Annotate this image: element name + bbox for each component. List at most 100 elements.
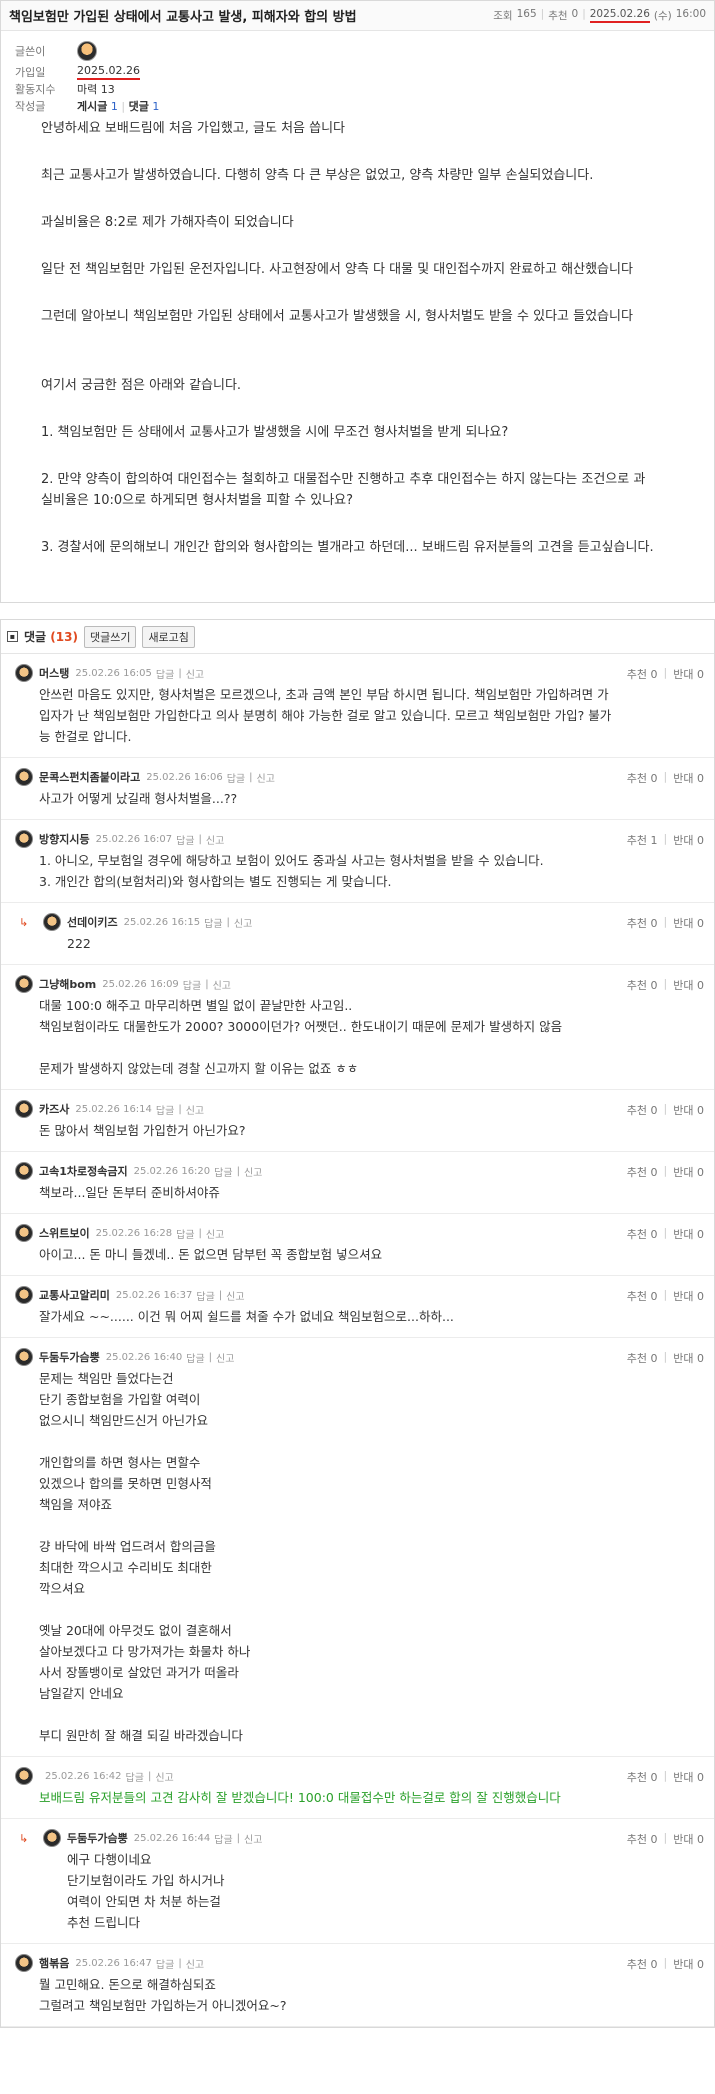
- commenter-nickname[interactable]: 그냥해bom: [39, 976, 96, 992]
- report-link[interactable]: 신고: [244, 1164, 262, 1179]
- commenter-avatar[interactable]: [15, 1954, 33, 1972]
- upvote-button[interactable]: 추천 1: [627, 832, 658, 848]
- reply-link[interactable]: 답글: [196, 1288, 214, 1303]
- commenter-avatar[interactable]: [15, 830, 33, 848]
- report-link[interactable]: 신고: [234, 915, 252, 930]
- commenter-avatar[interactable]: [15, 1286, 33, 1304]
- downvote-button[interactable]: 반대 0: [673, 1831, 704, 1847]
- commenter-avatar[interactable]: [43, 1829, 61, 1847]
- commenter-nickname[interactable]: 고속1차로정속금지: [39, 1163, 128, 1179]
- reply-link[interactable]: 답글: [214, 1164, 232, 1179]
- upvote-button[interactable]: 추천 0: [627, 1288, 658, 1304]
- commenter-nickname[interactable]: 문콕스펀치좀붙이라고: [39, 769, 140, 785]
- comments-count-link[interactable]: 1: [152, 100, 159, 113]
- upvote-button[interactable]: 추천 0: [627, 770, 658, 786]
- commenter-avatar[interactable]: [15, 1348, 33, 1366]
- downvote-button[interactable]: 반대 0: [673, 1350, 704, 1366]
- commenter-avatar[interactable]: [15, 768, 33, 786]
- upvote-button[interactable]: 추천 0: [627, 977, 658, 993]
- upvote-button[interactable]: 추천 0: [627, 1956, 658, 1972]
- comment-votes: 추천 0 | 반대 0: [627, 1956, 704, 1972]
- upvote-button[interactable]: 추천 0: [627, 1350, 658, 1366]
- reply-link[interactable]: 답글: [126, 1769, 144, 1784]
- report-link[interactable]: 신고: [257, 770, 275, 785]
- vote-divider: |: [663, 1769, 668, 1782]
- action-divider: |: [178, 667, 182, 679]
- author-avatar[interactable]: [77, 41, 97, 61]
- report-link[interactable]: 신고: [155, 1769, 173, 1784]
- report-link[interactable]: 신고: [213, 977, 231, 992]
- upvote-button[interactable]: 추천 0: [627, 1831, 658, 1847]
- commenter-nickname[interactable]: 방향지시등: [39, 831, 90, 847]
- comment-votes: 추천 0 | 반대 0: [627, 770, 704, 786]
- comment-item: 방향지시등 25.02.26 16:07 답글 | 신고 추천 1 | 반대 0 1. 아니오,…: [1, 820, 714, 903]
- reply-link[interactable]: 답글: [176, 832, 194, 847]
- downvote-button[interactable]: 반대 0: [673, 977, 704, 993]
- commenter-avatar[interactable]: [15, 1162, 33, 1180]
- action-divider: |: [236, 1832, 241, 1844]
- downvote-button[interactable]: 반대 0: [673, 666, 704, 682]
- downvote-button[interactable]: 반대 0: [673, 1226, 704, 1242]
- vote-divider: |: [663, 1164, 668, 1177]
- commenter-nickname[interactable]: 햄볶음: [39, 1955, 69, 1971]
- commenter-avatar[interactable]: [15, 1100, 33, 1118]
- downvote-button[interactable]: 반대 0: [673, 1956, 704, 1972]
- downvote-button[interactable]: 반대 0: [673, 770, 704, 786]
- downvote-button[interactable]: 반대 0: [673, 1102, 704, 1118]
- commenter-nickname[interactable]: 선데이키즈: [67, 914, 118, 930]
- vote-divider: |: [663, 1226, 668, 1239]
- action-divider: |: [178, 1957, 182, 1969]
- reply-link[interactable]: 답글: [156, 666, 174, 681]
- report-link[interactable]: 신고: [216, 1350, 234, 1365]
- commenter-avatar[interactable]: [43, 913, 61, 931]
- upvote-button[interactable]: 추천 0: [627, 1102, 658, 1118]
- reply-link[interactable]: 답글: [186, 1350, 204, 1365]
- upvote-button[interactable]: 추천 0: [627, 1769, 658, 1785]
- commenter-avatar[interactable]: [15, 1224, 33, 1242]
- collapse-toggle-icon[interactable]: ▪: [7, 631, 18, 642]
- commenter-nickname[interactable]: 교통사고알리미: [39, 1287, 110, 1303]
- report-link[interactable]: 신고: [186, 666, 204, 681]
- commenter-avatar[interactable]: [15, 975, 33, 993]
- report-link[interactable]: 신고: [206, 832, 224, 847]
- action-divider: |: [208, 1351, 213, 1363]
- report-link[interactable]: 신고: [244, 1831, 262, 1846]
- comment-time: 25.02.26 16:20: [133, 1165, 211, 1177]
- write-comment-button[interactable]: 댓글쓰기: [83, 625, 137, 648]
- downvote-button[interactable]: 반대 0: [673, 915, 704, 931]
- reply-link[interactable]: 답글: [156, 1956, 174, 1971]
- reply-link[interactable]: 답글: [183, 977, 201, 992]
- comment-line: 에구 다행이네요: [67, 1852, 152, 1867]
- commenter-nickname[interactable]: 두둠두가슴뿡: [39, 1349, 100, 1365]
- reply-link[interactable]: 답글: [214, 1831, 232, 1846]
- upvote-button[interactable]: 추천 0: [627, 1164, 658, 1180]
- comment-votes: 추천 0 | 반대 0: [627, 666, 704, 682]
- report-link[interactable]: 신고: [226, 1288, 244, 1303]
- upvote-button[interactable]: 추천 0: [627, 1226, 658, 1242]
- upvote-button[interactable]: 추천 0: [627, 915, 658, 931]
- reply-link[interactable]: 답글: [156, 1102, 174, 1117]
- comment-item: 교통사고알리미 25.02.26 16:37 답글 | 신고 추천 0 | 반대 0 잘가세요 …: [1, 1276, 714, 1338]
- downvote-button[interactable]: 반대 0: [673, 1288, 704, 1304]
- refresh-button[interactable]: 새로고침: [142, 625, 195, 648]
- reply-link[interactable]: 답글: [227, 770, 245, 785]
- commenter-nickname[interactable]: 두둠두가슴뿡: [67, 1830, 128, 1846]
- comment-body: 보배드림 유저분들의 고견 감사히 잘 받겠습니다! 100:0 대물접수만 하…: [39, 1787, 704, 1808]
- downvote-button[interactable]: 반대 0: [673, 832, 704, 848]
- upvote-button[interactable]: 추천 0: [627, 666, 658, 682]
- comment-time: 25.02.26 16:42: [45, 1770, 122, 1782]
- commenter-nickname[interactable]: 머스탱: [39, 665, 69, 681]
- downvote-button[interactable]: 반대 0: [673, 1769, 704, 1785]
- comment-line: 문제가 발생하지 않았는데 경찰 신고까지 할 이유는 없죠 ㅎㅎ: [39, 1061, 359, 1076]
- report-link[interactable]: 신고: [186, 1956, 204, 1971]
- posts-count-link[interactable]: 1: [111, 100, 118, 113]
- reply-link[interactable]: 답글: [204, 915, 222, 930]
- report-link[interactable]: 신고: [186, 1102, 204, 1117]
- commenter-avatar[interactable]: [15, 664, 33, 682]
- commenter-nickname[interactable]: 스위트보이: [39, 1225, 90, 1241]
- commenter-avatar[interactable]: [15, 1767, 33, 1785]
- report-link[interactable]: 신고: [206, 1226, 224, 1241]
- downvote-button[interactable]: 반대 0: [673, 1164, 704, 1180]
- reply-link[interactable]: 답글: [176, 1226, 194, 1241]
- commenter-nickname[interactable]: 카즈사: [39, 1101, 69, 1117]
